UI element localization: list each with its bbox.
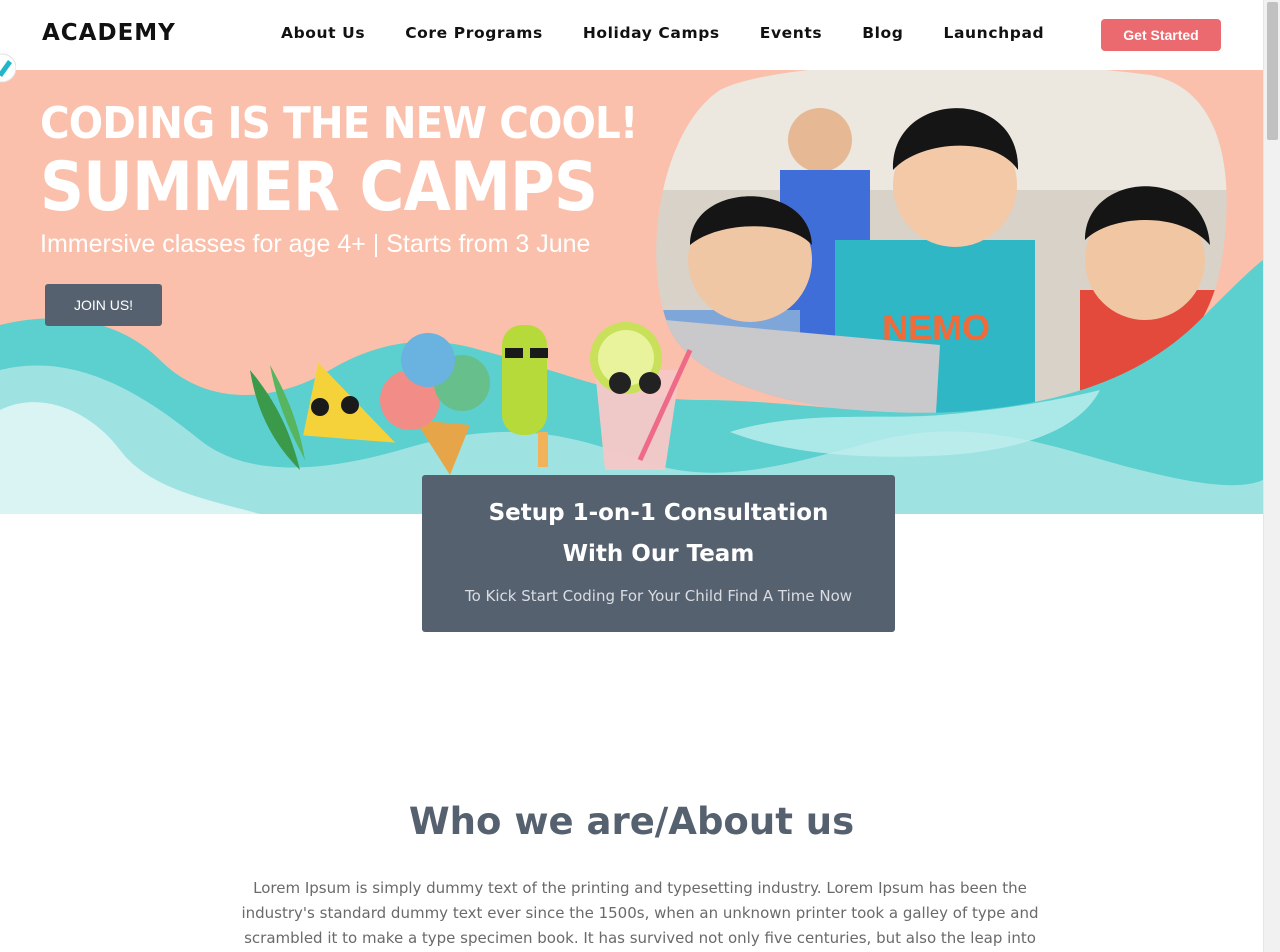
consultation-card[interactable]: Setup 1-on-1 Consultation With Our Team … xyxy=(422,475,895,632)
join-us-button[interactable]: JOIN US! xyxy=(45,284,162,326)
scrollbar-thumb[interactable] xyxy=(1267,2,1278,140)
hero-headline: CODING IS THE NEW COOL! xyxy=(40,98,638,149)
nav-events[interactable]: Events xyxy=(760,24,822,42)
page-scrollbar[interactable] xyxy=(1263,0,1280,952)
about-heading: Who we are/About us xyxy=(408,800,855,843)
consultation-title-line1: Setup 1-on-1 Consultation xyxy=(488,500,829,526)
nav-about-us[interactable]: About Us xyxy=(281,24,365,42)
hero-subtitle: Immersive classes for age 4+ | Starts fr… xyxy=(40,230,591,258)
nav-holiday-camps[interactable]: Holiday Camps xyxy=(583,24,720,42)
pencil-icon[interactable] xyxy=(0,52,16,86)
get-started-button[interactable]: Get Started xyxy=(1101,19,1221,51)
hero-banner: NEMO CODING IS THE NEW COOL! SUMMER CAMP… xyxy=(0,70,1263,514)
main-nav: About Us Core Programs Holiday Camps Eve… xyxy=(281,24,1084,42)
nav-core-programs[interactable]: Core Programs xyxy=(405,24,543,42)
consultation-subtitle: To Kick Start Coding For Your Child Find… xyxy=(464,587,853,605)
hero-title: SUMMER CAMPS xyxy=(40,148,598,227)
site-header: ACADEMY About Us Core Programs Holiday C… xyxy=(0,0,1263,70)
site-logo[interactable]: ACADEMY xyxy=(42,20,176,46)
consultation-title-line2: With Our Team xyxy=(562,541,755,567)
about-paragraph: Lorem Ipsum is simply dummy text of the … xyxy=(241,879,1039,947)
nav-launchpad[interactable]: Launchpad xyxy=(944,24,1045,42)
nav-blog[interactable]: Blog xyxy=(862,24,903,42)
